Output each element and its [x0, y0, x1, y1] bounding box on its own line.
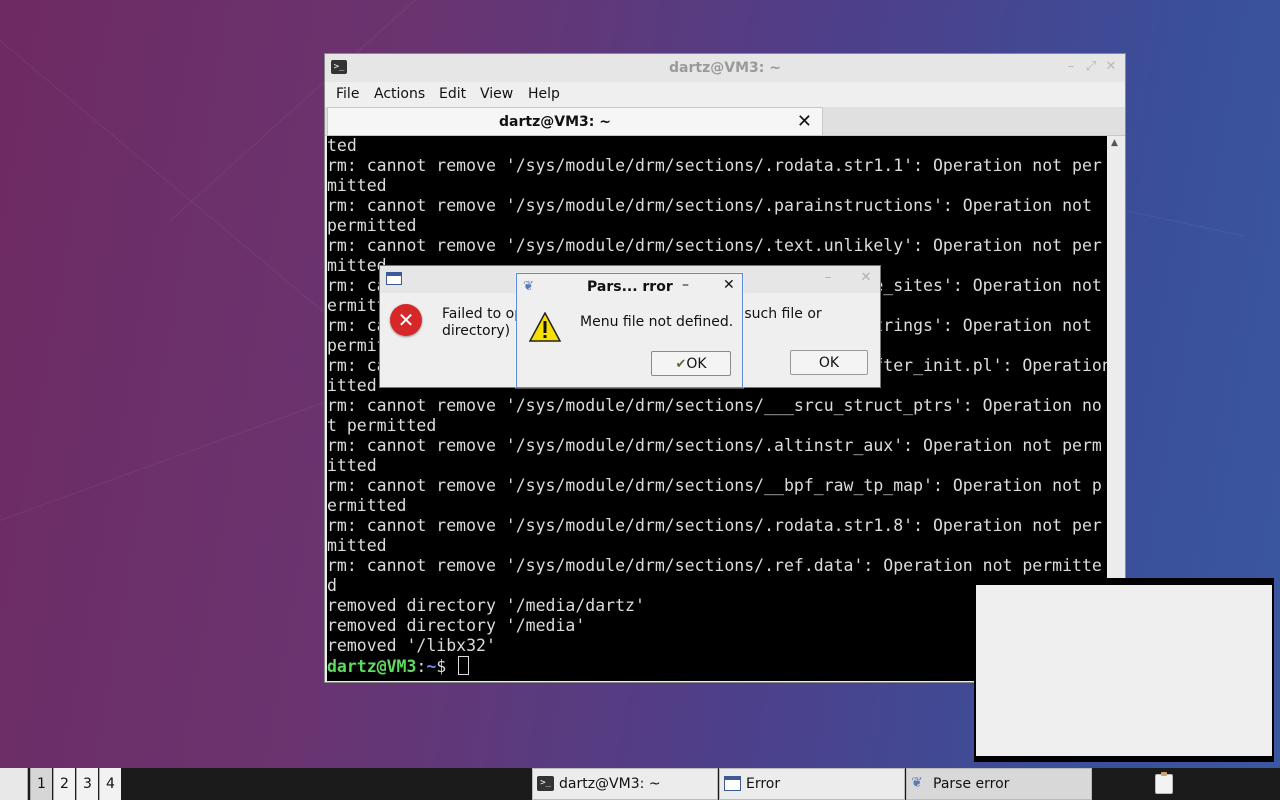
minimize-icon[interactable]: –: [682, 277, 689, 293]
text-cursor: [458, 656, 470, 675]
close-icon[interactable]: ✕: [797, 111, 812, 132]
scroll-up-icon[interactable]: ▲: [1111, 138, 1118, 148]
task-label: dartz@VM3: ~: [559, 776, 661, 792]
prompt-path: ~: [426, 657, 437, 676]
prompt-separator: :: [416, 657, 427, 676]
menu-file[interactable]: File: [336, 86, 359, 102]
start-menu-button[interactable]: [0, 768, 28, 800]
app-icon: ❦: [911, 775, 923, 791]
minimize-icon[interactable]: –: [1063, 59, 1079, 75]
maximize-icon[interactable]: ⤢: [1083, 59, 1099, 75]
close-icon[interactable]: ✕: [723, 277, 735, 293]
workspace-3[interactable]: 3: [76, 768, 98, 800]
blank-window[interactable]: [974, 578, 1274, 762]
app-icon: ❦: [523, 279, 534, 294]
ok-label: OK: [686, 356, 707, 372]
dialog-title: Pars... rror: [587, 279, 673, 295]
workspace-1[interactable]: 1: [30, 768, 52, 800]
warning-icon: [529, 312, 561, 342]
clipboard-icon[interactable]: [1155, 772, 1173, 794]
parse-error-dialog[interactable]: ❦ Pars... rror – ✕ Menu file not defined…: [516, 273, 743, 388]
task-terminal[interactable]: >_ dartz@VM3: ~: [532, 768, 718, 800]
prompt-user: dartz@VM3: [327, 657, 417, 676]
menu-actions[interactable]: Actions: [374, 86, 425, 102]
terminal-title: dartz@VM3: ~: [669, 60, 781, 76]
blank-window-content: [976, 585, 1272, 756]
minimize-icon[interactable]: –: [820, 270, 836, 286]
menu-edit[interactable]: Edit: [439, 86, 466, 102]
parse-dialog-titlebar[interactable]: ❦ Pars... rror – ✕: [517, 274, 742, 301]
error-icon: ✕: [390, 304, 422, 336]
close-icon[interactable]: ✕: [1103, 59, 1119, 75]
task-parse-error[interactable]: ❦ Parse error: [906, 768, 1092, 800]
workspace-2[interactable]: 2: [53, 768, 75, 800]
menubar: File Actions Edit View Help: [325, 82, 1125, 107]
menu-help[interactable]: Help: [528, 86, 560, 102]
ok-button[interactable]: OK: [790, 350, 868, 375]
workspace-4[interactable]: 4: [99, 768, 121, 800]
ok-button[interactable]: ✔OK: [651, 351, 731, 376]
terminal-titlebar[interactable]: >_ dartz@VM3: ~ – ⤢ ✕: [325, 54, 1125, 83]
tab-terminal[interactable]: dartz@VM3: ~ ✕: [327, 107, 823, 135]
apply-icon: ✔: [675, 357, 687, 372]
prompt-symbol: $: [436, 657, 457, 676]
tab-label: dartz@VM3: ~: [499, 114, 611, 130]
window-icon: [724, 776, 741, 791]
tab-bar: dartz@VM3: ~ ✕: [325, 107, 1125, 136]
menu-view[interactable]: View: [480, 86, 513, 102]
task-error[interactable]: Error: [719, 768, 905, 800]
terminal-icon: >_: [537, 776, 554, 791]
task-label: Parse error: [933, 776, 1010, 792]
close-icon[interactable]: ✕: [858, 270, 874, 286]
parse-message: Menu file not defined.: [580, 314, 734, 330]
window-icon: [386, 272, 402, 285]
taskbar: 1 2 3 4 >_ dartz@VM3: ~ Error ❦ Parse er…: [0, 768, 1280, 800]
task-label: Error: [746, 776, 781, 792]
